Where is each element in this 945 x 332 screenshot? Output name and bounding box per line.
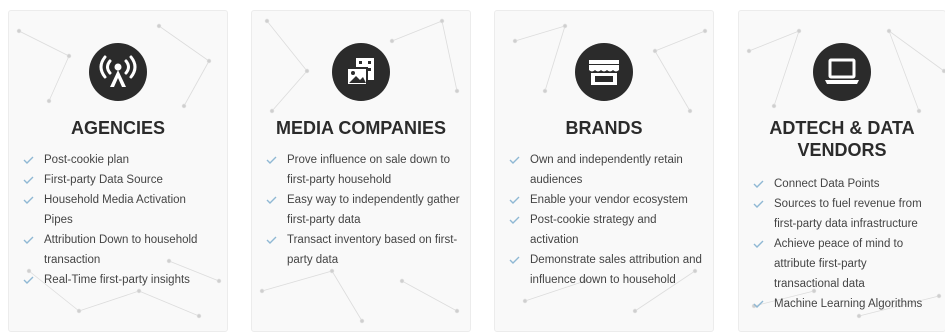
check-icon — [23, 276, 34, 284]
check-icon — [266, 236, 277, 244]
feature-list: Connect Data Points Sources to fuel reve… — [753, 174, 935, 314]
check-icon — [23, 176, 34, 184]
card-title: AGENCIES — [70, 118, 166, 138]
check-icon — [753, 200, 764, 208]
list-item: Sources to fuel revenue from first-party… — [753, 194, 935, 234]
broadcast-tower-icon — [89, 43, 147, 101]
feature-list: Prove influence on sale down to first-pa… — [266, 150, 460, 270]
list-item: Connect Data Points — [753, 174, 935, 194]
list-item-text: Connect Data Points — [774, 178, 880, 190]
check-icon — [753, 300, 764, 308]
list-item-text: Post-cookie plan — [44, 154, 130, 166]
list-item: Household Media Activation Pipes — [23, 190, 217, 230]
check-icon — [23, 156, 34, 164]
list-item-text: Household Media Activation Pipes — [44, 194, 186, 226]
list-item-text: Own and independently retain audiences — [530, 154, 683, 186]
list-item-text: Attribution Down to household transactio… — [44, 234, 198, 266]
list-item: Transact inventory based on first-party … — [266, 230, 460, 270]
feature-list: Post-cookie plan First-party Data Source… — [23, 150, 217, 290]
list-item: Achieve peace of mind to attribute first… — [753, 234, 935, 294]
list-item-text: Machine Learning Algorithms — [774, 298, 923, 310]
card-adtech-data-vendors: ADTECH & DATA VENDORS Connect Data Point… — [738, 10, 945, 332]
check-icon — [266, 156, 277, 164]
list-item-text: Real-Time first-party insights — [44, 274, 190, 286]
list-item-text: Post-cookie strategy and activation — [530, 214, 657, 246]
card-agencies: AGENCIES Post-cookie plan First-party Da… — [8, 10, 228, 332]
list-item-text: Achieve peace of mind to attribute first… — [774, 238, 904, 290]
list-item: Real-Time first-party insights — [23, 270, 217, 290]
card-title: BRANDS — [565, 118, 643, 138]
list-item-text: Easy way to independently gather first-p… — [287, 194, 460, 226]
list-item-text: Sources to fuel revenue from first-party… — [774, 198, 922, 230]
check-icon — [266, 196, 277, 204]
list-item-text: Demonstrate sales attribution and influe… — [530, 254, 702, 286]
list-item-text: Enable your vendor ecosystem — [530, 194, 688, 206]
list-item-text: Prove influence on sale down to first-pa… — [287, 154, 451, 186]
list-item: Post-cookie strategy and activation — [509, 210, 703, 250]
media-photo-film-icon — [332, 43, 390, 101]
card-brands: BRANDS Own and independently retain audi… — [494, 10, 714, 332]
check-icon — [23, 196, 34, 204]
storefront-icon — [575, 43, 633, 101]
card-title: MEDIA COMPANIES — [275, 118, 446, 138]
list-item: Attribution Down to household transactio… — [23, 230, 217, 270]
check-icon — [509, 156, 520, 164]
list-item: Easy way to independently gather first-p… — [266, 190, 460, 230]
check-icon — [509, 216, 520, 224]
card-title: ADTECH & DATA VENDORS — [769, 118, 915, 160]
list-item: Prove influence on sale down to first-pa… — [266, 150, 460, 190]
card-media-companies: MEDIA COMPANIES Prove influence on sale … — [251, 10, 471, 332]
list-item: Post-cookie plan — [23, 150, 217, 170]
list-item-text: First-party Data Source — [44, 174, 163, 186]
audience-cards: AGENCIES Post-cookie plan First-party Da… — [0, 0, 945, 332]
check-icon — [753, 180, 764, 188]
check-icon — [509, 256, 520, 264]
list-item: Machine Learning Algorithms — [753, 294, 935, 314]
list-item-text: Transact inventory based on first-party … — [287, 234, 458, 266]
laptop-icon — [813, 43, 871, 101]
list-item: Own and independently retain audiences — [509, 150, 703, 190]
feature-list: Own and independently retain audiences E… — [509, 150, 703, 290]
check-icon — [509, 196, 520, 204]
list-item: First-party Data Source — [23, 170, 217, 190]
list-item: Enable your vendor ecosystem — [509, 190, 703, 210]
check-icon — [753, 240, 764, 248]
check-icon — [23, 236, 34, 244]
list-item: Demonstrate sales attribution and influe… — [509, 250, 703, 290]
